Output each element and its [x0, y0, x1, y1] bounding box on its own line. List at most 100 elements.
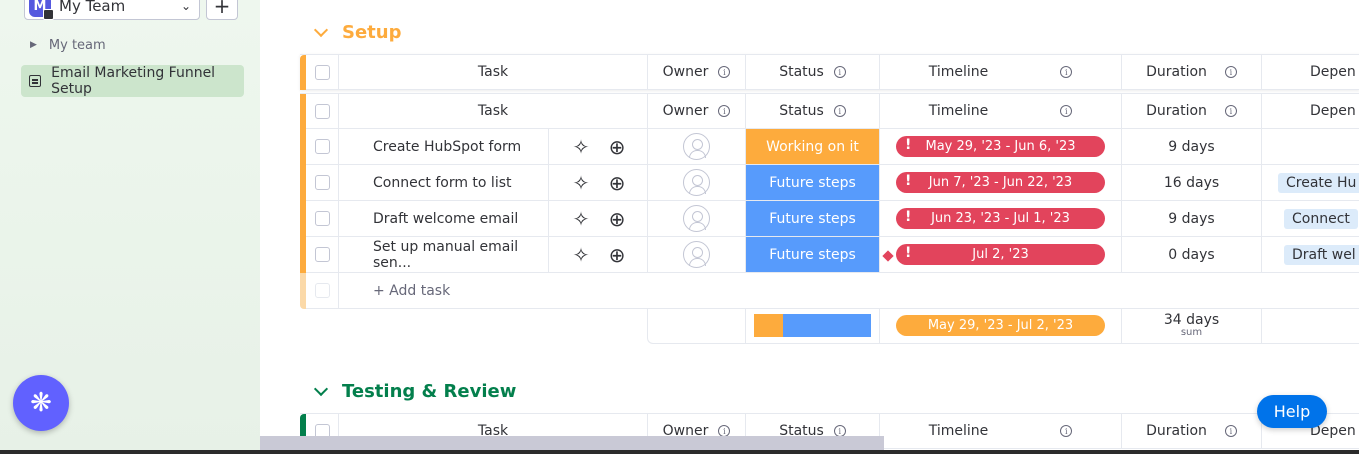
row-check-cell [306, 129, 339, 165]
add-update-icon[interactable]: ⊕ [607, 245, 627, 265]
select-all-checkbox[interactable] [314, 64, 330, 80]
task-name-cell[interactable]: Draft welcome email [339, 201, 549, 237]
dependency-chip[interactable]: Connect [1284, 208, 1358, 229]
info-icon[interactable]: i [1224, 66, 1237, 78]
table-row[interactable]: Draft welcome email ✧ ⊕ Future steps ! Jun… [300, 201, 1359, 237]
timeline-cell[interactable]: ! Jul 2, '23 [880, 237, 1122, 273]
column-header-dependency[interactable]: Depen [1262, 55, 1359, 90]
table-row[interactable]: Connect form to list ✧ ⊕ Future steps ! Ju… [300, 165, 1359, 201]
column-header-owner[interactable]: Owner i [648, 94, 746, 129]
summary-status-cell[interactable] [746, 308, 880, 343]
ai-assistant-button[interactable]: ❋ [13, 375, 69, 431]
dependency-cell[interactable]: Connect [1262, 201, 1359, 237]
dependency-cell[interactable]: Create Hu [1262, 165, 1359, 201]
info-icon[interactable]: i [1224, 425, 1237, 437]
ai-sparkle-icon[interactable]: ✧ [571, 245, 591, 265]
ai-sparkle-icon[interactable]: ✧ [571, 137, 591, 157]
info-icon[interactable]: i [1224, 105, 1237, 117]
sidebar-item-board[interactable]: Email Marketing Funnel Setup [21, 65, 244, 97]
info-icon[interactable]: i [833, 105, 846, 117]
column-header-status[interactable]: Status i [746, 94, 880, 129]
column-header-label: Timeline [928, 103, 989, 119]
column-header-timeline[interactable]: Timeline i [880, 55, 1122, 90]
row-check-cell [306, 273, 339, 309]
group-header-setup[interactable]: Setup [313, 22, 401, 43]
info-icon[interactable]: i [718, 66, 731, 78]
status-label: Working on it [766, 138, 859, 155]
summary-owner-cell [648, 308, 746, 343]
group-title[interactable]: Setup [342, 22, 401, 43]
select-all-checkbox[interactable] [314, 103, 330, 119]
collapse-chevron-icon[interactable] [313, 22, 329, 38]
column-header-duration[interactable]: Duration i [1122, 414, 1262, 449]
column-header-label: Duration [1146, 103, 1207, 119]
row-checkbox[interactable] [314, 211, 330, 226]
owner-cell[interactable] [648, 237, 746, 273]
row-check-cell [306, 237, 339, 273]
column-header-task[interactable]: Task [339, 94, 648, 129]
info-icon[interactable]: i [1060, 105, 1073, 117]
owner-cell[interactable] [648, 201, 746, 237]
group-header-testing-review[interactable]: Testing & Review [313, 381, 516, 402]
status-cell[interactable]: Future steps [746, 237, 880, 273]
sidebar: M My Team ⌄ + ▶ My team Email Marketing … [0, 0, 260, 454]
row-check-cell [306, 201, 339, 237]
dependency-chip[interactable]: Create Hu [1278, 172, 1359, 193]
task-name[interactable]: Connect form to list [373, 175, 512, 191]
add-update-icon[interactable]: ⊕ [607, 173, 627, 193]
task-name-cell[interactable]: Set up manual email sen... [339, 237, 549, 273]
task-name[interactable]: Create HubSpot form [373, 139, 521, 155]
column-header-task[interactable]: Task [339, 55, 648, 90]
row-checkbox[interactable] [314, 247, 330, 262]
ai-sparkle-icon[interactable]: ✧ [571, 209, 591, 229]
row-checkbox[interactable] [314, 139, 330, 154]
column-header-owner[interactable]: Owner i [648, 55, 746, 90]
workspace-selector[interactable]: M My Team ⌄ [24, 0, 200, 20]
column-header-duration[interactable]: Duration i [1122, 55, 1262, 90]
horizontal-scrollbar[interactable] [260, 436, 884, 451]
task-name[interactable]: Draft welcome email [373, 211, 518, 227]
help-button[interactable]: Help [1257, 395, 1327, 428]
dependency-cell[interactable] [1262, 129, 1359, 165]
ai-sparkle-icon[interactable]: ✧ [571, 173, 591, 193]
summary-duration-caption: sum [1180, 326, 1203, 338]
owner-cell[interactable] [648, 165, 746, 201]
column-header-label: Timeline [928, 423, 989, 439]
task-name-cell[interactable]: Connect form to list [339, 165, 549, 201]
status-cell[interactable]: Working on it [746, 129, 880, 165]
sidebar-folder-my-team[interactable]: ▶ My team [30, 36, 106, 54]
row-actions-cell: ✧ ⊕ [549, 201, 648, 237]
status-label: Future steps [769, 174, 856, 191]
column-header-timeline[interactable]: Timeline i [880, 94, 1122, 129]
table-row[interactable]: Set up manual email sen... ✧ ⊕ Future ste… [300, 237, 1359, 273]
board-icon [29, 75, 42, 87]
table-row[interactable]: Create HubSpot form ✧ ⊕ Working on it ! Ma… [300, 129, 1359, 165]
column-header-dependency[interactable]: Depen [1262, 94, 1359, 129]
column-header-timeline[interactable]: Timeline i [880, 414, 1122, 449]
column-header-duration[interactable]: Duration i [1122, 94, 1262, 129]
owner-cell[interactable] [648, 129, 746, 165]
dependency-cell[interactable]: Draft wel [1262, 237, 1359, 273]
collapse-chevron-icon[interactable] [313, 381, 329, 397]
group-title[interactable]: Testing & Review [342, 381, 516, 402]
info-icon[interactable]: i [1060, 425, 1073, 437]
add-item-button[interactable]: + [206, 0, 238, 20]
add-update-icon[interactable]: ⊕ [607, 209, 627, 229]
column-header-status[interactable]: Status i [746, 55, 880, 90]
status-cell[interactable]: Future steps [746, 201, 880, 237]
empty-avatar-icon [683, 133, 710, 160]
info-icon[interactable]: i [833, 66, 846, 78]
row-checkbox[interactable] [314, 175, 330, 190]
status-cell[interactable]: Future steps [746, 165, 880, 201]
info-icon[interactable]: i [1060, 66, 1073, 78]
timeline-cell[interactable]: ! Jun 23, '23 - Jul 1, '23 [880, 201, 1122, 237]
task-name-cell[interactable]: Create HubSpot form [339, 129, 549, 165]
timeline-cell[interactable]: ! Jun 7, '23 - Jun 22, '23 [880, 165, 1122, 201]
task-name[interactable]: Set up manual email sen... [373, 239, 548, 271]
add-task-input[interactable]: + Add task [339, 273, 1359, 309]
timeline-cell[interactable]: ! May 29, '23 - Jun 6, '23 [880, 129, 1122, 165]
dependency-chip[interactable]: Draft wel [1284, 244, 1359, 265]
info-icon[interactable]: i [718, 105, 731, 117]
add-update-icon[interactable]: ⊕ [607, 137, 627, 157]
duration-value: 9 days [1168, 210, 1215, 227]
